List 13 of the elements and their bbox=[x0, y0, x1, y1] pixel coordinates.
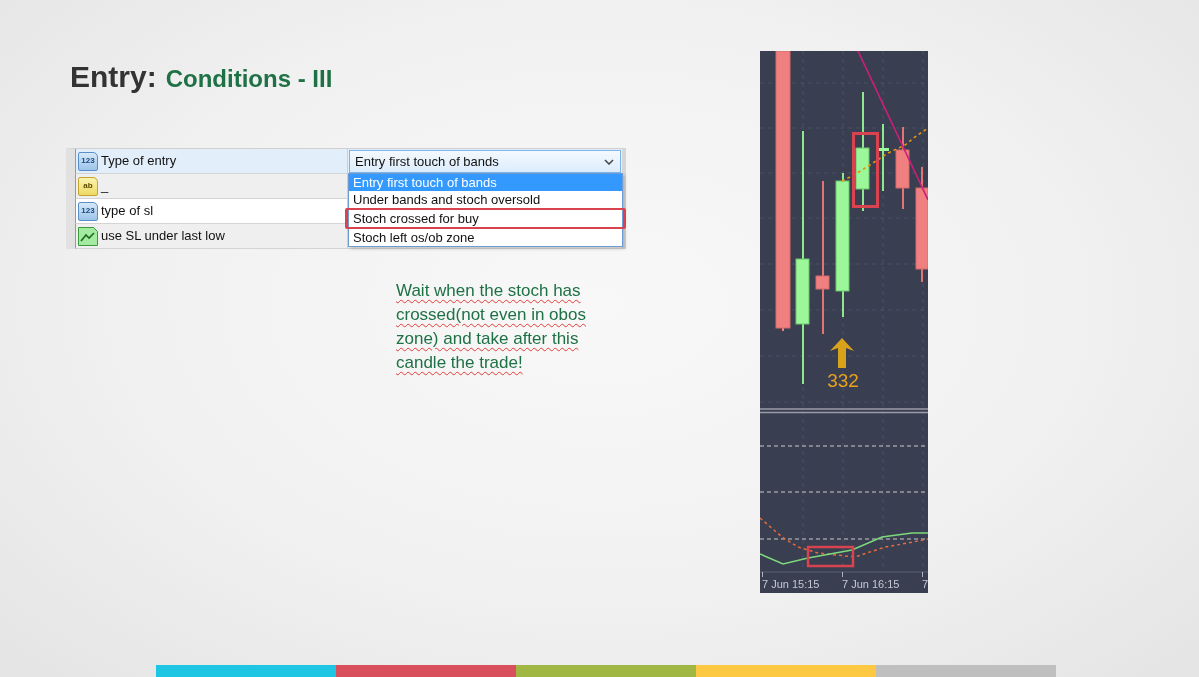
type-tag: 123 bbox=[78, 201, 98, 221]
type-tag: 123 bbox=[78, 151, 98, 171]
axis-label: 7 Jun 15:15 bbox=[762, 578, 820, 590]
title-label: Entry: bbox=[70, 59, 157, 95]
annotation-text: Wait when the stoch has crossed(not even in obos zone) and take after this candle the trade! bbox=[396, 280, 587, 374]
axis-label: 7 bbox=[922, 578, 928, 590]
setting-name: use SL under last low bbox=[101, 227, 225, 246]
slide-title: Conditions - III bbox=[165, 64, 333, 94]
setting-name: Type of entry bbox=[101, 152, 177, 171]
type-tag: ab bbox=[78, 176, 98, 196]
setting-name: type of sl bbox=[101, 202, 154, 221]
axis-label: 7 Jun 16:15 bbox=[842, 578, 900, 590]
setting-name: _ bbox=[101, 177, 109, 196]
